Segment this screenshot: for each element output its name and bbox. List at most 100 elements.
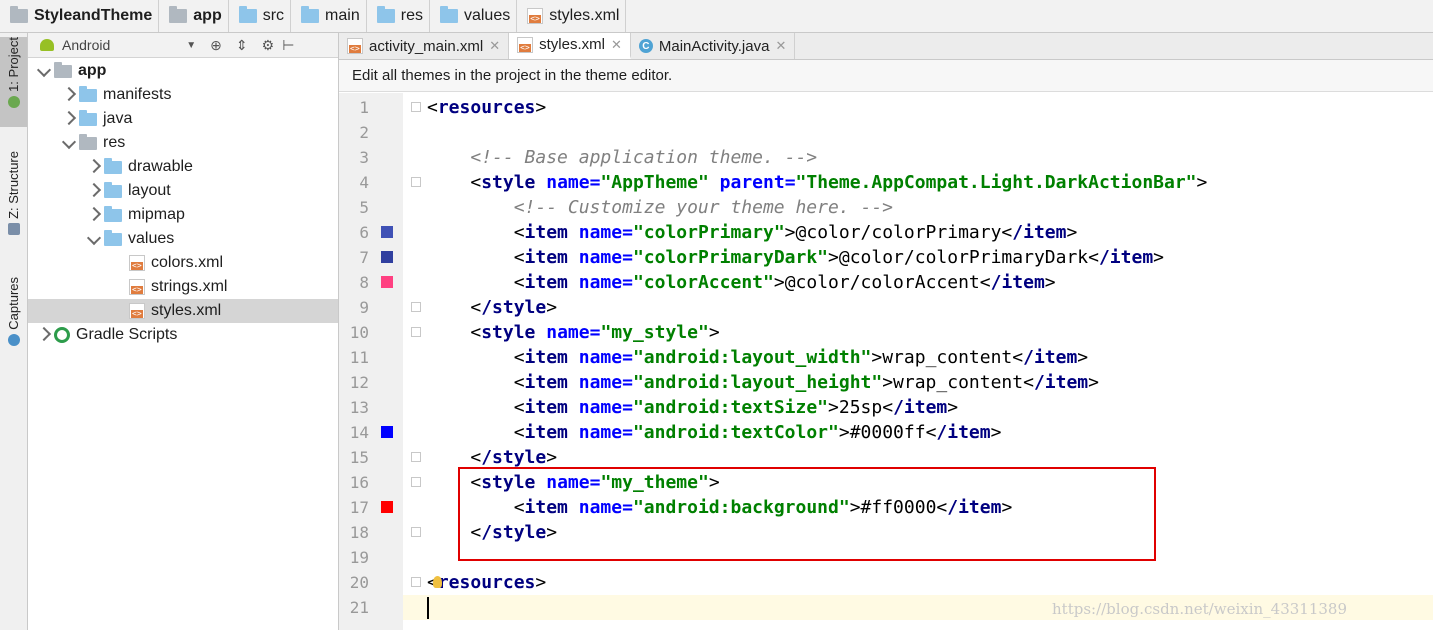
breadcrumb-item[interactable]: main — [291, 0, 367, 32]
breadcrumb-item[interactable]: app — [159, 0, 229, 32]
tree-item-app[interactable]: app — [28, 59, 338, 83]
tree-item-label: Gradle Scripts — [76, 326, 178, 343]
tab-styles-xml[interactable]: styles.xml ✕ — [509, 33, 631, 59]
folder-icon — [104, 157, 122, 174]
close-icon[interactable]: ✕ — [611, 37, 622, 53]
chevron-down-icon[interactable] — [34, 62, 54, 78]
tab-label: activity_main.xml — [369, 37, 484, 55]
line-number: 12 — [349, 373, 369, 392]
color-swatch[interactable] — [381, 251, 393, 263]
folder-icon — [439, 6, 458, 23]
breadcrumb-item[interactable]: values — [430, 0, 518, 32]
tree-item-drawable[interactable]: drawable — [28, 155, 338, 179]
chevron-right-icon[interactable] — [84, 206, 104, 222]
code-line: <!-- Customize your theme here. --> — [513, 197, 893, 218]
tree-item-manifests[interactable]: manifests — [28, 83, 338, 107]
breadcrumb-item[interactable]: styles.xml — [517, 0, 627, 32]
line-number: 7 — [359, 248, 369, 267]
navigation-bar: StyleandTheme app src main res values styles.x… — [0, 0, 1433, 33]
fold-marker-icon[interactable] — [411, 477, 421, 487]
tree-item-values[interactable]: values — [28, 227, 338, 251]
captures-icon — [7, 333, 20, 346]
breadcrumb-label: app — [193, 7, 222, 24]
project-view-selector[interactable]: Android — [62, 37, 110, 53]
chevron-right-icon[interactable] — [59, 110, 79, 126]
color-swatch[interactable] — [381, 501, 393, 513]
captures-tool-tab[interactable]: Captures — [0, 277, 27, 357]
code-line: <item name="android:textColor">#0000ff</… — [513, 422, 1002, 443]
text-caret — [427, 597, 429, 619]
breadcrumb-item[interactable]: StyleandTheme — [0, 0, 160, 32]
tree-item-label: manifests — [103, 86, 172, 103]
tree-item-strings-xml[interactable]: strings.xml — [28, 275, 338, 299]
gradle-icon — [54, 327, 70, 343]
theme-editor-notice[interactable]: Edit all themes in the project in the th… — [339, 60, 1433, 92]
fold-marker-icon[interactable] — [411, 327, 421, 337]
fold-marker-icon[interactable] — [411, 177, 421, 187]
fold-marker-icon[interactable] — [411, 452, 421, 462]
folder-icon — [79, 85, 97, 102]
intention-bulb-icon[interactable] — [433, 576, 442, 588]
breadcrumb-label: values — [463, 7, 511, 24]
code-line: <item name="android:layout_width">wrap_c… — [513, 347, 1089, 368]
tab-activity-main-xml[interactable]: activity_main.xml ✕ — [339, 33, 510, 59]
code-line: <style name="my_style"> — [470, 322, 720, 343]
line-number: 2 — [359, 123, 369, 142]
color-swatch[interactable] — [381, 426, 393, 438]
code-line: <item name="android:textSize">25sp</item… — [513, 397, 959, 418]
code-line: <item name="colorPrimary">@color/colorPr… — [513, 222, 1078, 243]
hide-panel-icon[interactable]: ⊢ — [282, 37, 294, 54]
breadcrumb-item[interactable]: src — [229, 0, 292, 32]
fold-marker-icon[interactable] — [411, 102, 421, 112]
tree-item-label: strings.xml — [151, 278, 228, 295]
close-icon[interactable]: ✕ — [775, 38, 786, 54]
res-folder-icon — [79, 133, 97, 150]
chevron-down-icon[interactable]: ▼ — [186, 40, 196, 51]
line-number: 11 — [349, 348, 369, 367]
module-folder-icon — [54, 61, 72, 78]
chevron-down-icon[interactable] — [59, 134, 79, 150]
chevron-right-icon[interactable] — [84, 182, 104, 198]
collapse-all-icon[interactable]: ⇕ — [236, 37, 248, 54]
breadcrumb-item[interactable]: res — [367, 0, 430, 32]
tree-item-mipmap[interactable]: mipmap — [28, 203, 338, 227]
code-line: </style> — [470, 297, 558, 318]
tree-item-label: java — [103, 110, 133, 127]
tree-item-colors-xml[interactable]: colors.xml — [28, 251, 338, 275]
tab-mainactivity-java[interactable]: C MainActivity.java ✕ — [631, 33, 796, 59]
chevron-right-icon[interactable] — [59, 86, 79, 102]
folder-icon — [238, 6, 257, 23]
tree-item-res[interactable]: res — [28, 131, 338, 155]
tree-item-label: res — [103, 134, 126, 151]
line-number: 20 — [349, 573, 369, 592]
code-line: <resources> — [427, 572, 547, 593]
line-number: 21 — [349, 598, 369, 617]
fold-marker-icon[interactable] — [411, 302, 421, 312]
tree-item-label: mipmap — [128, 206, 185, 223]
tree-item-gradle-scripts[interactable]: Gradle Scripts — [28, 323, 338, 347]
fold-marker-icon[interactable] — [411, 527, 421, 537]
line-number: 13 — [349, 398, 369, 417]
project-tool-tab[interactable]: 1: Project — [0, 37, 27, 127]
tree-item-styles-xml[interactable]: styles.xml — [28, 299, 338, 323]
chevron-right-icon[interactable] — [34, 326, 54, 342]
gear-icon[interactable]: ⚙ — [262, 37, 275, 54]
project-folder-icon — [10, 6, 28, 23]
close-icon[interactable]: ✕ — [489, 38, 500, 54]
tool-window-strip: 1: Project Z: Structure Captures — [0, 33, 28, 630]
structure-tool-label: Z: Structure — [6, 151, 21, 219]
chevron-down-icon[interactable] — [84, 230, 104, 246]
structure-tool-tab[interactable]: Z: Structure — [0, 151, 27, 251]
tree-item-layout[interactable]: layout — [28, 179, 338, 203]
line-number: 1 — [359, 98, 369, 117]
color-swatch[interactable] — [381, 276, 393, 288]
folder-icon — [104, 181, 122, 198]
scroll-from-source-icon[interactable]: ⊕ — [210, 37, 222, 54]
fold-marker-icon[interactable] — [411, 577, 421, 587]
xml-file-icon — [129, 303, 145, 319]
tree-item-label: app — [78, 62, 107, 79]
line-number: 17 — [349, 498, 369, 517]
color-swatch[interactable] — [381, 226, 393, 238]
chevron-right-icon[interactable] — [84, 158, 104, 174]
tree-item-java[interactable]: java — [28, 107, 338, 131]
